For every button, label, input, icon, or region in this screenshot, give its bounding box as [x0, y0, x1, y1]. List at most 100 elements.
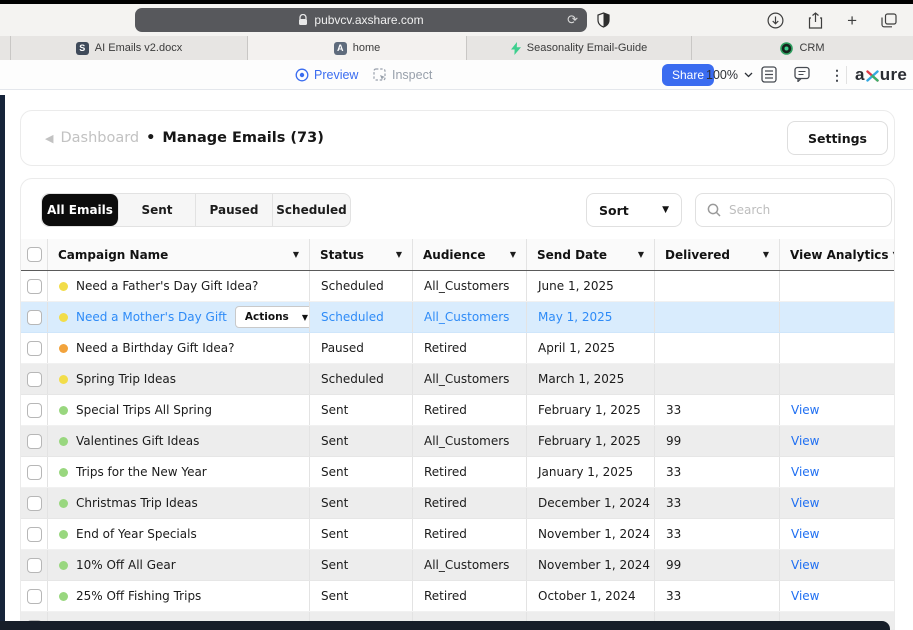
cell-delivered [655, 333, 780, 363]
cell-status: Scheduled [310, 364, 413, 394]
row-checkbox[interactable] [27, 558, 42, 573]
table-row[interactable]: 10% Off All GearSentAll_CustomersNovembe… [21, 550, 894, 581]
row-checkbox[interactable] [27, 372, 42, 387]
new-tab-icon[interactable]: + [847, 13, 857, 28]
column-header-status[interactable]: Status▼ [310, 239, 413, 270]
zoom-control[interactable]: 100% [706, 60, 753, 89]
table-row[interactable]: 25% Off Fishing TripsSentRetiredOctober … [21, 581, 894, 612]
view-analytics-link[interactable]: View [791, 527, 819, 541]
sort-caret-icon: ▼ [662, 205, 669, 215]
address-bar[interactable]: pubvcv.axshare.com ⟳ [135, 8, 587, 32]
view-analytics-link[interactable]: View [791, 465, 819, 479]
row-checkbox[interactable] [27, 465, 42, 480]
table-row[interactable]: Spring Trip IdeasScheduledAll_CustomersM… [21, 364, 894, 395]
column-filter-icon[interactable]: ▼ [893, 250, 894, 259]
table-row[interactable]: Special Trips All SpringSentRetiredFebru… [21, 395, 894, 426]
status-dot-green [59, 499, 68, 508]
more-options-icon[interactable]: ⋮ [830, 67, 844, 84]
cell-campaign-name: Trips for the New Year [48, 457, 310, 487]
table-row[interactable]: Need a Birthday Gift Idea?PausedRetiredA… [21, 333, 894, 364]
filter-tab-paused[interactable]: Paused [196, 194, 273, 226]
inspect-button[interactable]: Inspect [373, 60, 432, 89]
cell-checkbox [21, 271, 48, 301]
column-header-audience[interactable]: Audience ▼ [413, 239, 527, 270]
pages-panel-icon[interactable] [761, 66, 777, 83]
back-arrow-icon[interactable]: ◀ [45, 132, 53, 145]
table-row[interactable]: Christmas Trip IdeasSentRetiredDecember … [21, 488, 894, 519]
select-all-checkbox[interactable] [27, 247, 42, 262]
share-icon[interactable] [808, 12, 823, 29]
tab-overview-icon[interactable] [881, 13, 897, 28]
row-checkbox[interactable] [27, 310, 42, 325]
filter-tab-sent[interactable]: Sent [119, 194, 196, 226]
cell-send-date: November 1, 2024 [527, 519, 655, 549]
tab-crm[interactable]: CRM [692, 36, 913, 60]
settings-button[interactable]: Settings [787, 121, 888, 155]
campaign-name-text: Need a Birthday Gift Idea? [76, 341, 234, 355]
cell-checkbox [21, 364, 48, 394]
reload-icon[interactable]: ⟳ [567, 12, 578, 28]
cell-send-date-text: December 1, 2024 [538, 496, 650, 510]
cell-checkbox [21, 302, 48, 332]
actions-dropdown-button[interactable]: Actions▼ [235, 306, 310, 328]
sort-label: Sort [599, 203, 629, 218]
cell-status: Sent [310, 519, 413, 549]
row-checkbox[interactable] [27, 496, 42, 511]
column-label: Audience [423, 248, 485, 262]
row-checkbox[interactable] [27, 434, 42, 449]
toolbar-divider [846, 66, 847, 84]
partial-tab[interactable] [0, 36, 11, 60]
status-dot-yellow [59, 375, 68, 384]
cell-send-date-text: February 1, 2025 [538, 403, 641, 417]
filter-tab-scheduled[interactable]: Scheduled [273, 194, 350, 226]
view-analytics-link[interactable]: View [791, 558, 819, 572]
column-filter-icon[interactable]: ▼ [396, 250, 402, 259]
cell-audience-text: All_Customers [424, 279, 509, 293]
cell-audience: All_Customers [413, 426, 527, 456]
comments-icon[interactable] [794, 66, 810, 82]
table-row[interactable]: Need a Mother's Day GiftActions▼Schedule… [21, 302, 894, 333]
table-row[interactable]: End of Year SpecialsSentRetiredNovember … [21, 519, 894, 550]
column-header-campaign-name[interactable]: Campaign Name▼ [48, 239, 310, 270]
preview-icon [295, 68, 309, 82]
shield-icon[interactable] [597, 12, 610, 28]
cell-status: Sent [310, 426, 413, 456]
table-row[interactable]: Trips for the New YearSentRetiredJanuary… [21, 457, 894, 488]
filter-tab-all-emails[interactable]: All Emails [42, 194, 119, 226]
row-checkbox[interactable] [27, 589, 42, 604]
preview-button[interactable]: Preview [295, 60, 358, 89]
campaign-name-text: End of Year Specials [76, 527, 197, 541]
column-filter-icon[interactable]: ▼ [293, 250, 299, 259]
table-row[interactable]: Need a Father's Day Gift Idea?ScheduledA… [21, 271, 894, 302]
tab-ai-emails-doc[interactable]: S AI Emails v2.docx [11, 36, 248, 60]
tab-home-active[interactable]: A home [248, 36, 467, 60]
column-filter-icon[interactable]: ▼ [763, 250, 769, 259]
column-label: Delivered [665, 248, 730, 262]
column-header-view-analytics[interactable]: View Analytics▼ [780, 239, 894, 270]
row-checkbox[interactable] [27, 279, 42, 294]
campaign-name-text: Valentines Gift Ideas [76, 434, 199, 448]
status-dot-green [59, 592, 68, 601]
cell-checkbox [21, 457, 48, 487]
tab-seasonality-guide[interactable]: Seasonality Email-Guide [467, 36, 692, 60]
table-row[interactable]: Valentines Gift IdeasSentAll_CustomersFe… [21, 426, 894, 457]
row-checkbox[interactable] [27, 403, 42, 418]
column-header-send-date[interactable]: Send Date▼ [527, 239, 655, 270]
search-box[interactable] [695, 193, 892, 227]
browser-chrome: pubvcv.axshare.com ⟳ + [0, 4, 913, 36]
column-header-delivered[interactable]: Delivered ▼ [655, 239, 780, 270]
column-filter-icon[interactable]: ▼ [638, 250, 644, 259]
view-analytics-link[interactable]: View [791, 496, 819, 510]
campaign-name-text: Spring Trip Ideas [76, 372, 176, 386]
cell-audience: Retired [413, 457, 527, 487]
view-analytics-link[interactable]: View [791, 403, 819, 417]
downloads-icon[interactable] [767, 12, 784, 29]
sort-dropdown[interactable]: Sort ▼ [586, 193, 682, 227]
search-input[interactable] [729, 203, 880, 217]
view-analytics-link[interactable]: View [791, 589, 819, 603]
row-checkbox[interactable] [27, 341, 42, 356]
breadcrumb-dashboard[interactable]: Dashboard [60, 130, 139, 146]
column-filter-icon[interactable]: ▼ [510, 250, 516, 259]
row-checkbox[interactable] [27, 527, 42, 542]
view-analytics-link[interactable]: View [791, 434, 819, 448]
